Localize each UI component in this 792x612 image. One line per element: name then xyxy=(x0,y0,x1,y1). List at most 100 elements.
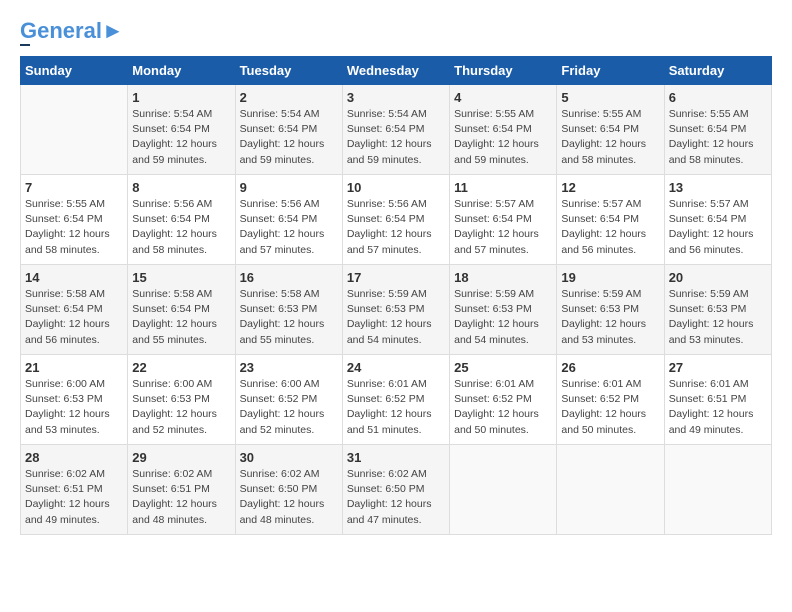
calendar-cell xyxy=(557,445,664,535)
calendar-cell: 24Sunrise: 6:01 AM Sunset: 6:52 PM Dayli… xyxy=(342,355,449,445)
calendar-cell: 14 Sunrise: 5:58 AM Sunset: 6:54 PM Dayli… xyxy=(21,265,128,355)
calendar-cell: 29 Sunrise: 6:02 AM Sunset: 6:51 PM Dayli… xyxy=(128,445,235,535)
day-number: 8 xyxy=(132,180,230,195)
logo-text: General► xyxy=(20,20,124,42)
day-number: 29 xyxy=(132,450,230,465)
calendar-week-row: 7Sunrise: 5:55 AM Sunset: 6:54 PM Daylig… xyxy=(21,175,772,265)
day-number: 23 xyxy=(240,360,338,375)
day-info: Sunrise: 5:58 AM Sunset: 6:53 PM Dayligh… xyxy=(240,287,338,348)
day-number: 1 xyxy=(132,90,230,105)
calendar-cell: 18Sunrise: 5:59 AM Sunset: 6:53 PM Dayli… xyxy=(450,265,557,355)
day-number: 18 xyxy=(454,270,552,285)
calendar-cell: 13 Sunrise: 5:57 AM Sunset: 6:54 PM Dayli… xyxy=(664,175,771,265)
calendar-cell: 27 Sunrise: 6:01 AM Sunset: 6:51 PM Dayli… xyxy=(664,355,771,445)
calendar-cell: 31 Sunrise: 6:02 AM Sunset: 6:50 PM Dayli… xyxy=(342,445,449,535)
day-number: 15 xyxy=(132,270,230,285)
day-number: 17 xyxy=(347,270,445,285)
calendar-week-row: 14 Sunrise: 5:58 AM Sunset: 6:54 PM Dayli… xyxy=(21,265,772,355)
calendar-cell: 12Sunrise: 5:57 AM Sunset: 6:54 PM Dayli… xyxy=(557,175,664,265)
calendar-cell: 16 Sunrise: 5:58 AM Sunset: 6:53 PM Dayli… xyxy=(235,265,342,355)
calendar-cell: 20 Sunrise: 5:59 AM Sunset: 6:53 PM Dayli… xyxy=(664,265,771,355)
day-info: Sunrise: 5:59 AM Sunset: 6:53 PM Dayligh… xyxy=(669,287,767,348)
day-info: Sunrise: 5:54 AM Sunset: 6:54 PM Dayligh… xyxy=(347,107,445,168)
day-info: Sunrise: 6:00 AM Sunset: 6:52 PM Dayligh… xyxy=(240,377,338,438)
column-header-monday: Monday xyxy=(128,57,235,85)
column-header-wednesday: Wednesday xyxy=(342,57,449,85)
calendar-cell: 17 Sunrise: 5:59 AM Sunset: 6:53 PM Dayli… xyxy=(342,265,449,355)
day-info: Sunrise: 5:59 AM Sunset: 6:53 PM Dayligh… xyxy=(347,287,445,348)
day-number: 25 xyxy=(454,360,552,375)
day-number: 16 xyxy=(240,270,338,285)
day-info: Sunrise: 6:01 AM Sunset: 6:52 PM Dayligh… xyxy=(454,377,552,438)
calendar-cell xyxy=(450,445,557,535)
day-info: Sunrise: 5:58 AM Sunset: 6:54 PM Dayligh… xyxy=(25,287,123,348)
logo-general: General xyxy=(20,18,102,43)
day-info: Sunrise: 5:59 AM Sunset: 6:53 PM Dayligh… xyxy=(561,287,659,348)
day-number: 28 xyxy=(25,450,123,465)
day-info: Sunrise: 5:56 AM Sunset: 6:54 PM Dayligh… xyxy=(132,197,230,258)
column-header-friday: Friday xyxy=(557,57,664,85)
day-info: Sunrise: 5:57 AM Sunset: 6:54 PM Dayligh… xyxy=(561,197,659,258)
day-info: Sunrise: 5:57 AM Sunset: 6:54 PM Dayligh… xyxy=(454,197,552,258)
logo-blue xyxy=(20,44,30,46)
calendar-table: SundayMondayTuesdayWednesdayThursdayFrid… xyxy=(20,56,772,535)
day-number: 20 xyxy=(669,270,767,285)
calendar-cell: 26 Sunrise: 6:01 AM Sunset: 6:52 PM Dayli… xyxy=(557,355,664,445)
day-number: 21 xyxy=(25,360,123,375)
day-info: Sunrise: 5:56 AM Sunset: 6:54 PM Dayligh… xyxy=(240,197,338,258)
calendar-cell: 9 Sunrise: 5:56 AM Sunset: 6:54 PM Daylig… xyxy=(235,175,342,265)
column-header-sunday: Sunday xyxy=(21,57,128,85)
day-number: 7 xyxy=(25,180,123,195)
column-header-saturday: Saturday xyxy=(664,57,771,85)
calendar-cell xyxy=(21,85,128,175)
day-number: 5 xyxy=(561,90,659,105)
calendar-cell: 1 Sunrise: 5:54 AM Sunset: 6:54 PM Daylig… xyxy=(128,85,235,175)
day-number: 13 xyxy=(669,180,767,195)
calendar-cell: 25 Sunrise: 6:01 AM Sunset: 6:52 PM Dayli… xyxy=(450,355,557,445)
day-number: 11 xyxy=(454,180,552,195)
day-info: Sunrise: 5:55 AM Sunset: 6:54 PM Dayligh… xyxy=(561,107,659,168)
day-info: Sunrise: 5:54 AM Sunset: 6:54 PM Dayligh… xyxy=(240,107,338,168)
day-number: 9 xyxy=(240,180,338,195)
day-info: Sunrise: 5:55 AM Sunset: 6:54 PM Dayligh… xyxy=(669,107,767,168)
logo-arrow: ► xyxy=(102,18,124,43)
calendar-cell: 23 Sunrise: 6:00 AM Sunset: 6:52 PM Dayli… xyxy=(235,355,342,445)
day-number: 24 xyxy=(347,360,445,375)
calendar-cell: 30Sunrise: 6:02 AM Sunset: 6:50 PM Dayli… xyxy=(235,445,342,535)
calendar-week-row: 28 Sunrise: 6:02 AM Sunset: 6:51 PM Dayli… xyxy=(21,445,772,535)
calendar-week-row: 21 Sunrise: 6:00 AM Sunset: 6:53 PM Dayli… xyxy=(21,355,772,445)
day-number: 10 xyxy=(347,180,445,195)
day-number: 3 xyxy=(347,90,445,105)
calendar-cell: 7Sunrise: 5:55 AM Sunset: 6:54 PM Daylig… xyxy=(21,175,128,265)
day-info: Sunrise: 5:54 AM Sunset: 6:54 PM Dayligh… xyxy=(132,107,230,168)
calendar-cell: 11 Sunrise: 5:57 AM Sunset: 6:54 PM Dayli… xyxy=(450,175,557,265)
calendar-cell: 21 Sunrise: 6:00 AM Sunset: 6:53 PM Dayli… xyxy=(21,355,128,445)
calendar-cell: 2Sunrise: 5:54 AM Sunset: 6:54 PM Daylig… xyxy=(235,85,342,175)
day-number: 14 xyxy=(25,270,123,285)
calendar-cell: 5 Sunrise: 5:55 AM Sunset: 6:54 PM Daylig… xyxy=(557,85,664,175)
calendar-cell: 8 Sunrise: 5:56 AM Sunset: 6:54 PM Daylig… xyxy=(128,175,235,265)
day-number: 19 xyxy=(561,270,659,285)
calendar-cell: 10 Sunrise: 5:56 AM Sunset: 6:54 PM Dayli… xyxy=(342,175,449,265)
calendar-cell: 3 Sunrise: 5:54 AM Sunset: 6:54 PM Daylig… xyxy=(342,85,449,175)
logo: General► xyxy=(20,20,124,46)
day-info: Sunrise: 6:00 AM Sunset: 6:53 PM Dayligh… xyxy=(25,377,123,438)
day-number: 27 xyxy=(669,360,767,375)
day-info: Sunrise: 6:02 AM Sunset: 6:50 PM Dayligh… xyxy=(240,467,338,528)
calendar-cell: 28Sunrise: 6:02 AM Sunset: 6:51 PM Dayli… xyxy=(21,445,128,535)
day-info: Sunrise: 6:01 AM Sunset: 6:51 PM Dayligh… xyxy=(669,377,767,438)
day-number: 4 xyxy=(454,90,552,105)
day-info: Sunrise: 5:57 AM Sunset: 6:54 PM Dayligh… xyxy=(669,197,767,258)
day-number: 31 xyxy=(347,450,445,465)
day-info: Sunrise: 6:01 AM Sunset: 6:52 PM Dayligh… xyxy=(561,377,659,438)
day-info: Sunrise: 5:56 AM Sunset: 6:54 PM Dayligh… xyxy=(347,197,445,258)
day-info: Sunrise: 5:55 AM Sunset: 6:54 PM Dayligh… xyxy=(454,107,552,168)
day-info: Sunrise: 5:58 AM Sunset: 6:54 PM Dayligh… xyxy=(132,287,230,348)
day-info: Sunrise: 6:02 AM Sunset: 6:51 PM Dayligh… xyxy=(132,467,230,528)
day-number: 26 xyxy=(561,360,659,375)
day-info: Sunrise: 6:02 AM Sunset: 6:50 PM Dayligh… xyxy=(347,467,445,528)
calendar-cell: 15 Sunrise: 5:58 AM Sunset: 6:54 PM Dayli… xyxy=(128,265,235,355)
day-number: 22 xyxy=(132,360,230,375)
calendar-week-row: 1 Sunrise: 5:54 AM Sunset: 6:54 PM Daylig… xyxy=(21,85,772,175)
day-info: Sunrise: 6:00 AM Sunset: 6:53 PM Dayligh… xyxy=(132,377,230,438)
